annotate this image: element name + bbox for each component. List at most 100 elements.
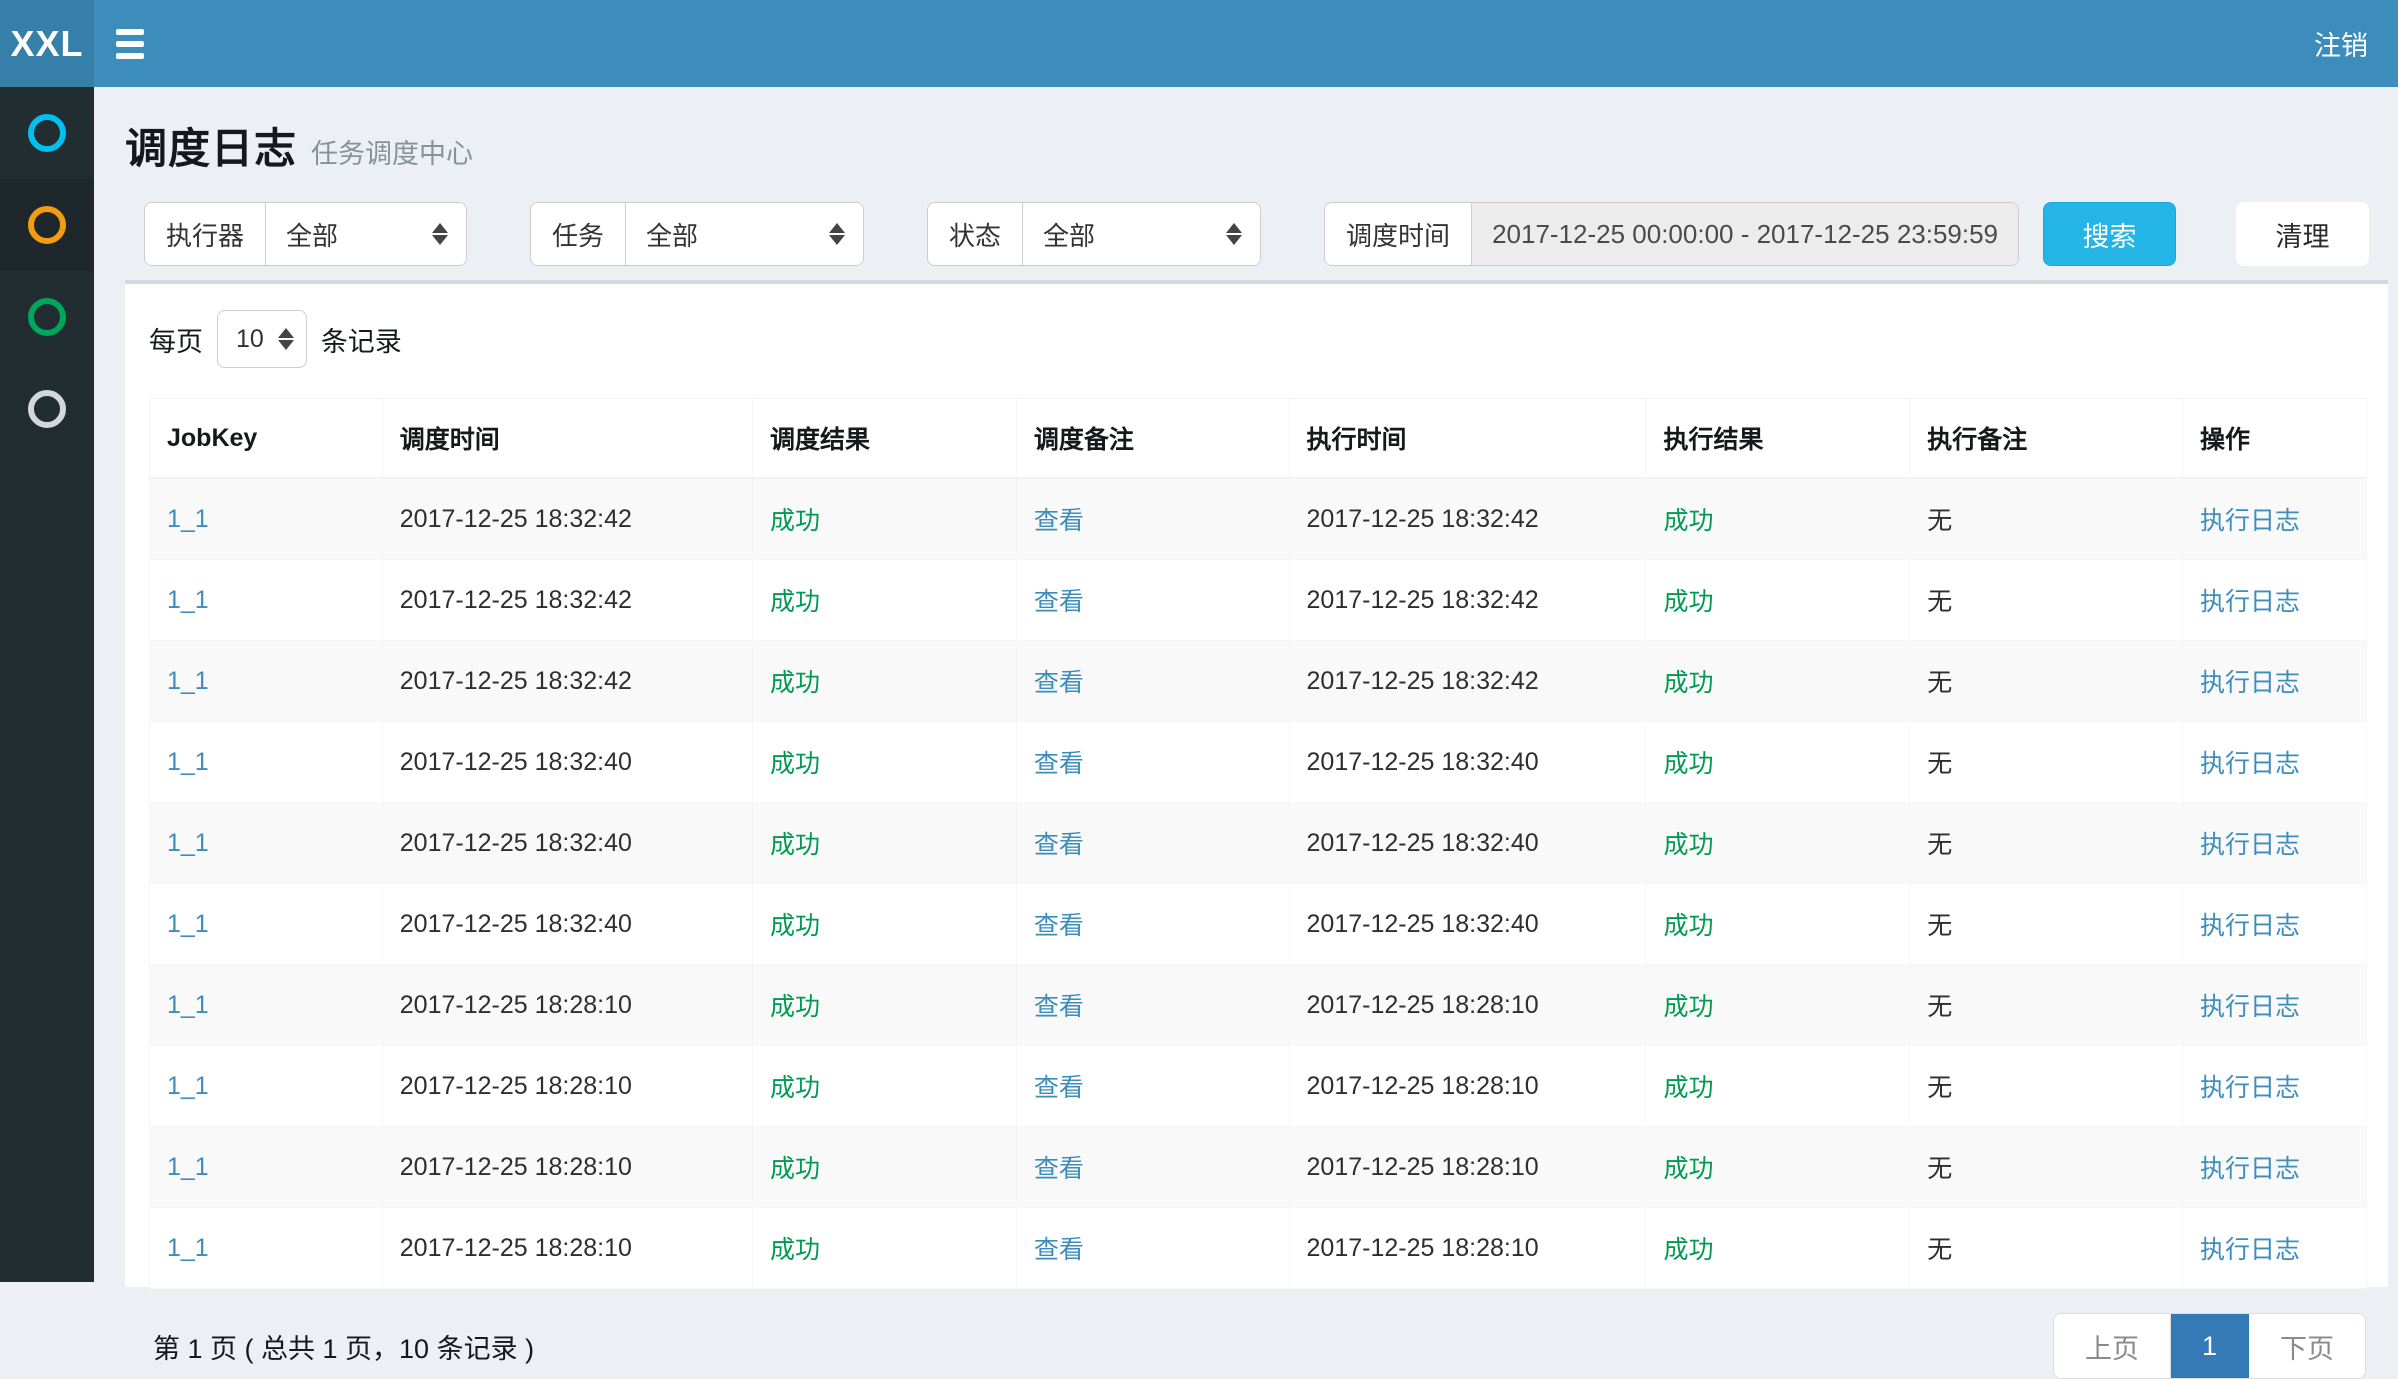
trigger-time-cell: 2017-12-25 18:32:42 [382, 641, 752, 722]
next-page-button[interactable]: 下页 [2249, 1314, 2365, 1378]
handle-result-cell: 成功 [1646, 560, 1910, 641]
handle-result-cell: 成功 [1646, 722, 1910, 803]
execution-log-link[interactable]: 执行日志 [2200, 1155, 2300, 1183]
trigger-msg-link[interactable]: 查看 [1034, 912, 1084, 940]
handle-time-cell: 2017-12-25 18:32:40 [1289, 722, 1646, 803]
jobkey-link[interactable]: 1_1 [167, 829, 209, 857]
trigger-msg-link[interactable]: 查看 [1034, 669, 1084, 697]
jobkey-link[interactable]: 1_1 [167, 667, 209, 695]
trigger-time-cell: 2017-12-25 18:28:10 [382, 1208, 752, 1289]
handle-time-cell: 2017-12-25 18:32:40 [1289, 884, 1646, 965]
execution-log-link[interactable]: 执行日志 [2200, 912, 2300, 940]
trigger-result-cell: 成功 [753, 478, 1017, 560]
app-logo[interactable]: XXL [0, 0, 94, 87]
jobkey-link[interactable]: 1_1 [167, 910, 209, 938]
trigger-result-cell: 成功 [753, 641, 1017, 722]
execution-log-link[interactable]: 执行日志 [2200, 750, 2300, 778]
trigger-result-cell: 成功 [753, 722, 1017, 803]
executor-filter-label: 执行器 [145, 203, 266, 265]
status-select[interactable]: 全部 [1023, 203, 1260, 265]
column-header-4: 执行时间 [1289, 399, 1646, 479]
sidebar-item-menu-gray[interactable] [0, 363, 94, 455]
execution-log-link[interactable]: 执行日志 [2200, 1236, 2300, 1264]
status-filter-group: 状态 全部 [927, 202, 1261, 266]
handle-result-cell: 成功 [1646, 478, 1910, 560]
execution-log-link[interactable]: 执行日志 [2200, 831, 2300, 859]
handle-msg-cell: 无 [1910, 1127, 2183, 1208]
menu-cyan-circle-icon [28, 114, 66, 152]
prev-page-button[interactable]: 上页 [2054, 1314, 2171, 1378]
trigger-time-cell: 2017-12-25 18:32:40 [382, 803, 752, 884]
menu-orange-circle-icon [28, 206, 66, 244]
trigger-msg-link[interactable]: 查看 [1034, 1155, 1084, 1183]
table-row: 1_1 2017-12-25 18:28:10 成功 查看 2017-12-25… [150, 1127, 2367, 1208]
handle-msg-cell: 无 [1910, 641, 2183, 722]
current-page-button[interactable]: 1 [2171, 1314, 2249, 1378]
sidebar-item-menu-cyan[interactable] [0, 87, 94, 179]
pagination: 上页 1 下页 [2053, 1313, 2366, 1379]
jobkey-link[interactable]: 1_1 [167, 1234, 209, 1262]
trigger-result-cell: 成功 [753, 1046, 1017, 1127]
top-navbar: XXL 注销 [0, 0, 2398, 87]
jobkey-link[interactable]: 1_1 [167, 991, 209, 1019]
table-row: 1_1 2017-12-25 18:32:42 成功 查看 2017-12-25… [150, 641, 2367, 722]
handle-result-cell: 成功 [1646, 1046, 1910, 1127]
pagination-summary: 第 1 页 ( 总共 1 页，10 条记录 ) [149, 1327, 534, 1366]
select-spinner-icon [432, 223, 448, 245]
trigger-time-cell: 2017-12-25 18:28:10 [382, 965, 752, 1046]
execution-log-link[interactable]: 执行日志 [2200, 993, 2300, 1021]
jobkey-link[interactable]: 1_1 [167, 1072, 209, 1100]
trigger-time-cell: 2017-12-25 18:32:40 [382, 884, 752, 965]
search-button[interactable]: 搜索 [2043, 202, 2176, 266]
job-select[interactable]: 全部 [626, 203, 863, 265]
execution-log-link[interactable]: 执行日志 [2200, 588, 2300, 616]
logout-link[interactable]: 注销 [2284, 0, 2398, 87]
execution-log-link[interactable]: 执行日志 [2200, 507, 2300, 535]
page-size-select[interactable]: 10 [217, 310, 307, 368]
clear-button[interactable]: 清理 [2236, 202, 2369, 266]
select-spinner-icon [278, 328, 294, 350]
trigger-time-range-input[interactable]: 2017-12-25 00:00:00 - 2017-12-25 23:59:5… [1472, 203, 2018, 265]
handle-msg-cell: 无 [1910, 884, 2183, 965]
trigger-msg-link[interactable]: 查看 [1034, 750, 1084, 778]
column-header-3: 调度备注 [1016, 399, 1289, 479]
hamburger-icon [116, 29, 144, 59]
trigger-msg-link[interactable]: 查看 [1034, 588, 1084, 616]
log-table-head: JobKey调度时间调度结果调度备注执行时间执行结果执行备注操作 [150, 399, 2367, 479]
handle-time-cell: 2017-12-25 18:28:10 [1289, 1208, 1646, 1289]
executor-select[interactable]: 全部 [266, 203, 466, 265]
table-row: 1_1 2017-12-25 18:28:10 成功 查看 2017-12-25… [150, 1046, 2367, 1127]
execution-log-link[interactable]: 执行日志 [2200, 1074, 2300, 1102]
sidebar-item-menu-orange[interactable] [0, 179, 94, 271]
job-filter-group: 任务 全部 [530, 202, 864, 266]
page-size-control: 每页 10 条记录 [149, 310, 2367, 368]
execution-log-link[interactable]: 执行日志 [2200, 669, 2300, 697]
sidebar-toggle-button[interactable] [94, 0, 166, 87]
filter-bar: 执行器 全部 任务 全部 状态 全部 调度时间 2017-12-25 00:00… [125, 202, 2388, 266]
jobkey-link[interactable]: 1_1 [167, 1153, 209, 1181]
table-row: 1_1 2017-12-25 18:32:42 成功 查看 2017-12-25… [150, 478, 2367, 560]
handle-time-cell: 2017-12-25 18:28:10 [1289, 965, 1646, 1046]
select-spinner-icon [1226, 223, 1242, 245]
page-subtitle: 任务调度中心 [311, 139, 473, 169]
handle-result-cell: 成功 [1646, 965, 1910, 1046]
trigger-msg-link[interactable]: 查看 [1034, 1074, 1084, 1102]
handle-result-cell: 成功 [1646, 803, 1910, 884]
trigger-msg-link[interactable]: 查看 [1034, 831, 1084, 859]
jobkey-link[interactable]: 1_1 [167, 748, 209, 776]
handle-result-cell: 成功 [1646, 1208, 1910, 1289]
handle-result-cell: 成功 [1646, 884, 1910, 965]
handle-time-cell: 2017-12-25 18:32:42 [1289, 641, 1646, 722]
trigger-msg-link[interactable]: 查看 [1034, 993, 1084, 1021]
handle-time-cell: 2017-12-25 18:32:40 [1289, 803, 1646, 884]
trigger-result-cell: 成功 [753, 884, 1017, 965]
jobkey-link[interactable]: 1_1 [167, 505, 209, 533]
trigger-time-cell: 2017-12-25 18:28:10 [382, 1127, 752, 1208]
log-table: JobKey调度时间调度结果调度备注执行时间执行结果执行备注操作 1_1 201… [149, 398, 2367, 1289]
handle-msg-cell: 无 [1910, 1208, 2183, 1289]
jobkey-link[interactable]: 1_1 [167, 586, 209, 614]
column-header-0: JobKey [150, 399, 383, 479]
sidebar-item-menu-green[interactable] [0, 271, 94, 363]
trigger-msg-link[interactable]: 查看 [1034, 1236, 1084, 1264]
trigger-msg-link[interactable]: 查看 [1034, 507, 1084, 535]
